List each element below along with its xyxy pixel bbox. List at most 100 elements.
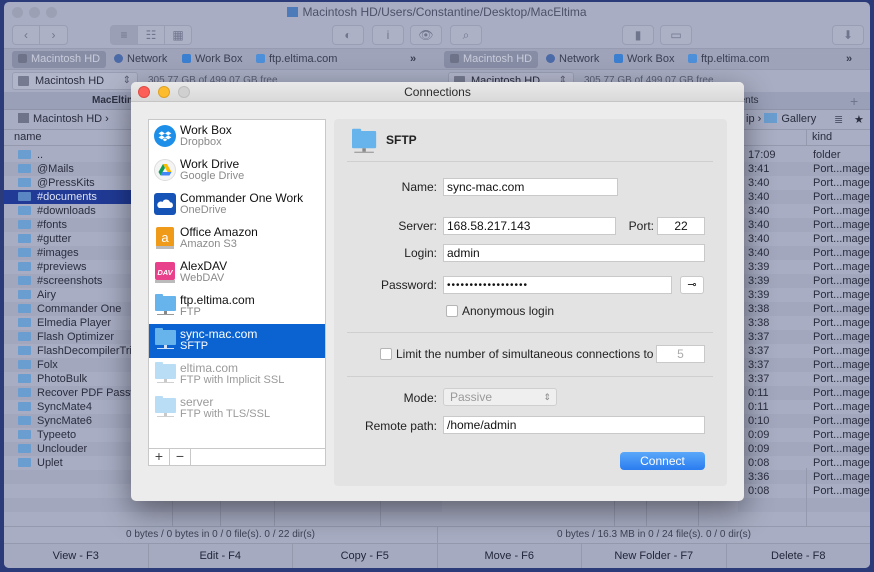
file-row[interactable]: 0:09 Port...mage (738, 428, 870, 442)
anonymous-login-checkbox[interactable] (446, 305, 458, 317)
file-time: 3:40 (748, 177, 770, 189)
file-row[interactable]: 3:40 Port...mage (738, 190, 870, 204)
file-row[interactable]: 3:39 Port...mage (738, 288, 870, 302)
back-button[interactable]: ‹ (12, 25, 40, 45)
connect-button[interactable]: Connect (620, 452, 705, 470)
toggle-hidden-button[interactable]: ◐ (332, 25, 364, 45)
anonymous-login-label[interactable]: Anonymous login (462, 304, 554, 318)
file-row[interactable]: 3:37 Port...mage (738, 372, 870, 386)
file-row[interactable]: 0:11 Port...mage (738, 386, 870, 400)
file-row[interactable]: 3:37 Port...mage (738, 358, 870, 372)
connection-item[interactable]: server FTP with TLS/SSL (149, 392, 325, 426)
connection-item[interactable]: sync-mac.com SFTP (149, 324, 325, 358)
login-field[interactable] (443, 244, 705, 262)
forward-button[interactable]: › (39, 25, 68, 45)
download-button[interactable]: ⬇ (832, 25, 864, 45)
archive-button[interactable]: ▮ (622, 25, 654, 45)
connection-item[interactable]: ftp.eltima.com FTP (149, 290, 325, 324)
connections-button[interactable]: ▭ (660, 25, 692, 45)
password-field[interactable] (443, 276, 672, 294)
favorite-ftp-right[interactable]: ftp.eltima.com (682, 51, 775, 68)
dialog-minimize-button[interactable] (158, 86, 170, 98)
file-row[interactable]: 3:39 Port...mage (738, 274, 870, 288)
limit-connections-checkbox[interactable] (380, 348, 392, 360)
list-view-icon[interactable]: ≣ (834, 113, 843, 126)
file-row[interactable]: 3:39 Port...mage (738, 260, 870, 274)
file-row[interactable]: 0:09 Port...mage (738, 442, 870, 456)
file-row[interactable]: 3:40 Port...mage (738, 204, 870, 218)
favorite-macintosh-hd-right[interactable]: Macintosh HD (444, 51, 539, 68)
minimize-button[interactable] (29, 7, 40, 18)
delete-f8-button[interactable]: Delete - F8 (727, 544, 871, 568)
favorite-workbox-right[interactable]: Work Box (608, 51, 680, 68)
remote-path-field[interactable] (443, 416, 705, 434)
file-row[interactable]: 17:09 folder (738, 148, 870, 162)
favorite-workbox-left[interactable]: Work Box (176, 51, 248, 68)
connection-item[interactable]: Commander One Work OneDrive (149, 188, 325, 222)
find-button[interactable]: ⌕ (450, 25, 482, 45)
file-row[interactable]: 3:38 Port...mage (738, 316, 870, 330)
new-folder-f7-button[interactable]: New Folder - F7 (582, 544, 727, 568)
file-name: #previews (37, 261, 87, 273)
right-path: ip › Gallery (746, 113, 817, 125)
hard-drive-icon (450, 54, 459, 63)
close-button[interactable] (12, 7, 23, 18)
favorite-network-right[interactable]: Network (540, 51, 605, 68)
zoom-button[interactable] (46, 7, 57, 18)
file-row[interactable]: 3:41 Port...mage (738, 162, 870, 176)
connection-item[interactable]: DAV AlexDAV WebDAV (149, 256, 325, 290)
file-row[interactable]: 3:40 Port...mage (738, 218, 870, 232)
add-tab-button[interactable]: + (850, 92, 858, 110)
name-field[interactable] (443, 178, 618, 196)
connection-item[interactable]: Work Drive Google Drive (149, 154, 325, 188)
connection-item[interactable]: a Office Amazon Amazon S3 (149, 222, 325, 256)
favorites-more-left[interactable]: » (404, 51, 422, 68)
folder-icon (18, 234, 31, 243)
add-connection-button[interactable]: + (149, 449, 170, 465)
move-f6-button[interactable]: Move - F6 (438, 544, 582, 568)
limit-connections-label[interactable]: Limit the number of simultaneous connect… (396, 347, 653, 361)
view-grid-button[interactable]: ▦ (164, 25, 192, 45)
file-row[interactable]: 3:38 Port...mage (738, 302, 870, 316)
edit-f4-button[interactable]: Edit - F4 (149, 544, 293, 568)
mode-select[interactable]: Passive ⇕ (443, 388, 557, 406)
file-row[interactable]: 3:40 Port...mage (738, 176, 870, 190)
file-row[interactable]: 0:08 Port...mage (738, 456, 870, 470)
folder-icon (18, 290, 31, 299)
port-field[interactable] (657, 217, 705, 235)
key-button[interactable]: ⊸ (680, 276, 704, 294)
chevron-left-icon: ‹ (24, 28, 28, 42)
file-row[interactable]: 3:40 Port...mage (738, 246, 870, 260)
file-row[interactable]: 0:10 Port...mage (738, 414, 870, 428)
favorite-ftp-left[interactable]: ftp.eltima.com (250, 51, 343, 68)
connection-item[interactable]: eltima.com FTP with Implicit SSL (149, 358, 325, 392)
column-name[interactable]: name (14, 131, 42, 143)
favorite-network-left[interactable]: Network (108, 51, 173, 68)
view-f3-button[interactable]: View - F3 (4, 544, 149, 568)
favorite-macintosh-hd-left[interactable]: Macintosh HD (12, 51, 107, 68)
limit-connections-field[interactable] (656, 345, 705, 363)
file-name: .. (37, 149, 44, 161)
folder-icon (18, 318, 31, 327)
copy-f5-button[interactable]: Copy - F5 (293, 544, 438, 568)
view-detail-button[interactable]: ☷ (137, 25, 165, 45)
folder-icon (18, 304, 31, 313)
left-status: 0 bytes / 0 bytes in 0 / 0 file(s). 0 / … (126, 529, 315, 540)
server-field[interactable] (443, 217, 616, 235)
preview-button[interactable]: 👁 (410, 25, 442, 45)
dialog-close-button[interactable] (138, 86, 150, 98)
favorites-more-right[interactable]: » (840, 51, 858, 68)
file-row[interactable]: 0:08 Port...mage (738, 484, 870, 498)
remove-connection-button[interactable]: − (170, 449, 191, 465)
left-drive-select[interactable]: Macintosh HD ⇕ (12, 72, 138, 90)
column-kind[interactable]: kind (812, 131, 832, 143)
file-row[interactable]: 3:37 Port...mage (738, 330, 870, 344)
file-row[interactable]: 0:11 Port...mage (738, 400, 870, 414)
star-icon[interactable]: ★ (854, 113, 864, 126)
file-row[interactable]: 3:40 Port...mage (738, 232, 870, 246)
file-row[interactable]: 3:37 Port...mage (738, 344, 870, 358)
connection-item[interactable]: Work Box Dropbox (149, 120, 325, 154)
file-row[interactable]: 3:36 Port...mage (738, 470, 870, 484)
view-list-button[interactable]: ≡ (110, 25, 138, 45)
info-button[interactable]: i (372, 25, 404, 45)
